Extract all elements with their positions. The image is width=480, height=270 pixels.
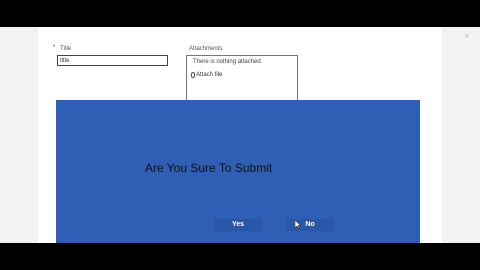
no-button[interactable]: No bbox=[286, 219, 334, 231]
required-indicator: * bbox=[53, 45, 56, 51]
attachments-box: There is nothing attached. Attach file bbox=[186, 55, 298, 101]
attach-file-label: Attach file bbox=[196, 72, 223, 78]
confirm-dialog: Are You Sure To Submit Yes No bbox=[56, 100, 420, 243]
title-field-label: Title bbox=[60, 46, 72, 52]
attach-file-link[interactable]: Attach file bbox=[191, 72, 222, 78]
app-window: × * Title title Attachments There is not… bbox=[0, 27, 480, 243]
paperclip-icon bbox=[191, 72, 195, 78]
dialog-message: Are You Sure To Submit bbox=[145, 161, 273, 175]
title-input[interactable]: title bbox=[57, 55, 168, 66]
attachments-label: Attachments bbox=[189, 46, 223, 52]
close-icon[interactable]: × bbox=[464, 32, 470, 42]
attachments-empty-text: There is nothing attached. bbox=[193, 59, 263, 65]
yes-button[interactable]: Yes bbox=[214, 219, 262, 231]
mouse-pointer-icon bbox=[295, 220, 301, 229]
